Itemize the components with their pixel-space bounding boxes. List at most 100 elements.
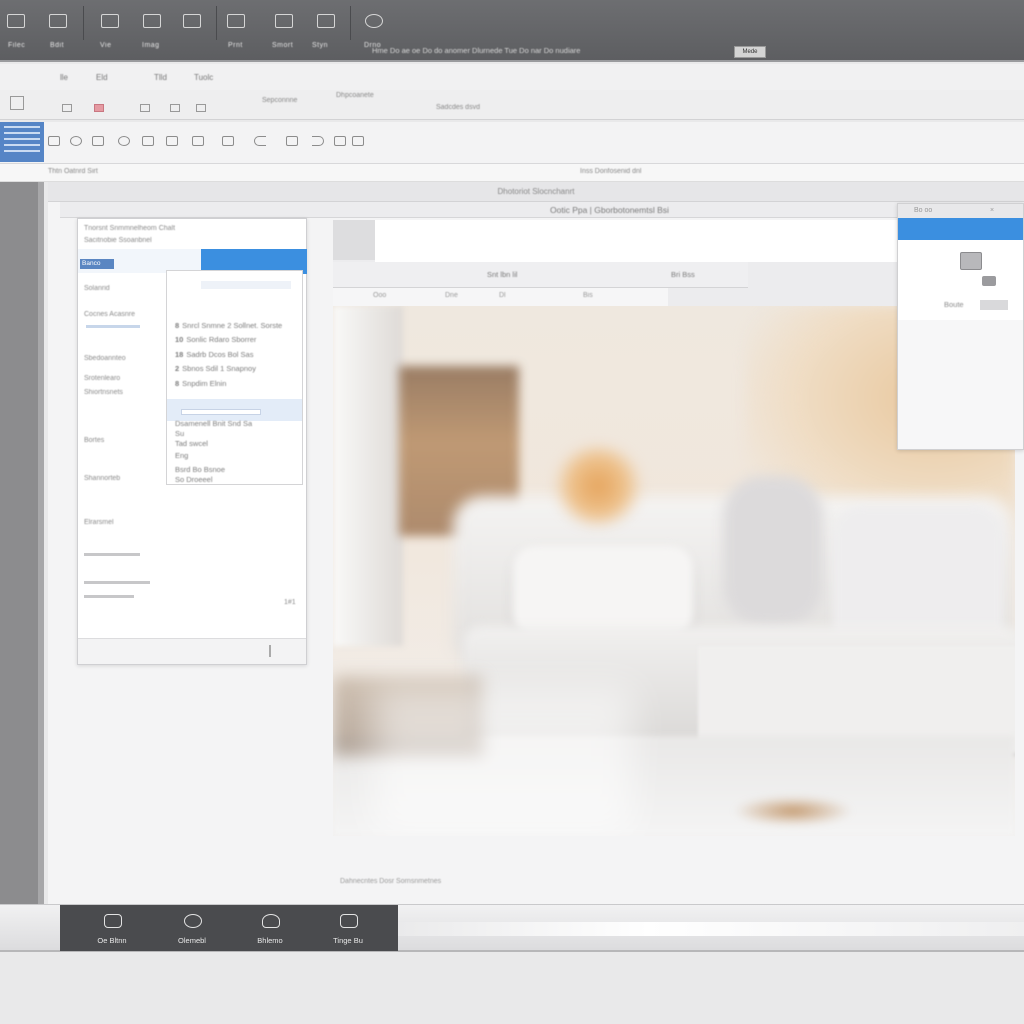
toolbar-button-8[interactable] xyxy=(310,6,342,42)
tab-4[interactable]: Tuolc xyxy=(194,73,213,82)
menu-item[interactable]: So Droeeel xyxy=(175,475,213,484)
more-icon[interactable] xyxy=(352,136,364,146)
film-icon xyxy=(183,14,201,28)
menu-item[interactable]: Bsrd Bo Bsnoe xyxy=(175,465,225,474)
dialog-subheader: Sacitnobie Ssoanbnel xyxy=(84,237,152,244)
toolbar-label: Vie xyxy=(100,42,112,49)
app-icon[interactable] xyxy=(10,96,24,110)
list-item[interactable]: Solanrid xyxy=(84,285,110,292)
path-text[interactable]: Thtn Oatnrd Sirt xyxy=(48,168,98,175)
menu-item[interactable]: 8 Snrcl Snmne 2 Sollnet. Sorste xyxy=(175,321,282,330)
printer-dialog: Bo oo × Boute xyxy=(897,203,1024,450)
menu-item[interactable]: 8 Snpdim Elnin xyxy=(175,379,226,388)
list-item[interactable]: Shannorteb xyxy=(84,475,120,482)
monitor-icon xyxy=(104,914,122,928)
list-item[interactable]: Elrarsmel xyxy=(84,519,114,526)
dock-item[interactable]: Bhlemo xyxy=(228,905,312,951)
menu-item[interactable]: Tad swcel xyxy=(175,439,208,448)
dock-item[interactable]: Oe Bltnn xyxy=(70,905,154,951)
submenu-header xyxy=(201,281,291,289)
toolbar-separator xyxy=(83,6,84,40)
shape-icon[interactable] xyxy=(286,136,298,146)
tab-3[interactable]: Tlld xyxy=(154,73,167,82)
menu-item[interactable]: Su xyxy=(175,429,184,438)
color-icon[interactable] xyxy=(94,104,104,112)
command-icon[interactable] xyxy=(140,104,150,112)
toolbar-button-6[interactable] xyxy=(220,6,252,42)
tab-1[interactable]: lle xyxy=(60,73,68,82)
toolbar-button-2[interactable] xyxy=(42,6,74,42)
ribbon-item[interactable]: Sadcdes dsvd xyxy=(436,104,480,111)
dock-item[interactable]: Olemebl xyxy=(150,905,234,951)
printer-icon[interactable] xyxy=(960,252,982,270)
globe-icon xyxy=(184,914,202,928)
photo-tool[interactable]: Dl xyxy=(499,292,506,299)
photo-tool[interactable]: Bis xyxy=(583,292,593,299)
document-titlebar: Ootic Ppa | Gborbotonemtsl Bsi – □ ▫ × xyxy=(60,202,1024,218)
ribbon-item[interactable]: Sepconnne xyxy=(262,97,297,104)
context-submenu: 8 Snrcl Snmne 2 Sollnet. Sorste 10 Sonlic … xyxy=(166,270,303,485)
grid-icon xyxy=(101,14,119,28)
photo-tool[interactable]: Ooo xyxy=(373,292,386,299)
resize-handle[interactable] xyxy=(269,645,271,657)
toolbar-button-4[interactable] xyxy=(136,6,168,42)
dock-item[interactable]: Tinge Bu xyxy=(306,905,390,951)
close-icon[interactable]: × xyxy=(990,207,994,214)
list-item[interactable]: Srotenlearo xyxy=(84,375,120,382)
window-icon xyxy=(275,14,293,28)
toolbar-button-3[interactable] xyxy=(94,6,126,42)
menu-item-highlighted[interactable] xyxy=(167,399,302,421)
tab-2[interactable]: Eld xyxy=(96,73,108,82)
dialog-header: Tnorsnt Snmmnelheom Chalt xyxy=(84,225,176,232)
list-item-bar xyxy=(84,553,140,556)
settings-icon xyxy=(365,14,383,28)
refresh-icon[interactable] xyxy=(118,136,130,146)
list-item-bar xyxy=(86,325,140,328)
menu-item[interactable]: 2 Sbnos Sdil 1 Snapnoy xyxy=(175,364,256,373)
path-text[interactable]: Inss Donfosenid dnl xyxy=(580,168,641,175)
device-name-field[interactable] xyxy=(980,300,1008,310)
menu-item[interactable]: Eng xyxy=(175,451,188,460)
item-count: 1#1 xyxy=(284,599,296,606)
menu-item[interactable]: 18 Sadrb Dcos Bol Sas xyxy=(175,350,253,359)
text-icon[interactable] xyxy=(166,136,178,146)
toolbar-label: Styn xyxy=(312,42,329,49)
photo-pane-header-white xyxy=(375,220,897,262)
dialog-title: Bo oo xyxy=(914,207,933,214)
table-icon[interactable] xyxy=(222,136,234,146)
photo-pane-header xyxy=(333,220,375,260)
list-item[interactable]: Cocnes Acasnre xyxy=(84,311,135,318)
command-icon[interactable] xyxy=(170,104,180,112)
settings-icon[interactable] xyxy=(70,136,82,146)
bracket-left-icon[interactable] xyxy=(254,136,266,146)
dock: Oe Bltnn Olemebl Bhlemo Tinge Bu xyxy=(60,905,398,951)
paragraph-icon[interactable] xyxy=(192,136,204,146)
toolbar-button-9[interactable] xyxy=(358,6,390,42)
search-icon[interactable] xyxy=(92,136,104,146)
ribbon-item[interactable]: Dhpcoanete xyxy=(336,92,374,99)
list-item[interactable]: Bortes xyxy=(84,437,104,444)
link-icon[interactable] xyxy=(142,136,154,146)
dock-label: Olemebl xyxy=(178,936,206,945)
selection-strip[interactable] xyxy=(0,122,44,162)
command-icon[interactable] xyxy=(62,104,72,112)
command-icon[interactable] xyxy=(196,104,206,112)
user-icon[interactable] xyxy=(334,136,346,146)
cut-icon[interactable] xyxy=(48,136,60,146)
mode-button[interactable]: Mede xyxy=(734,46,766,58)
bracket-right-icon[interactable] xyxy=(312,136,324,146)
path-row: Thtn Oatnrd Sirt Inss Donfosenid dnl xyxy=(0,164,1024,182)
selected-label: Banco xyxy=(80,259,114,269)
menu-item[interactable]: Dsamenell Bnit Snd Sa xyxy=(175,419,252,428)
toolbar-label: Bdit xyxy=(50,42,65,49)
dialog-footer xyxy=(78,638,306,664)
toolbar-button-5[interactable] xyxy=(176,6,208,42)
toolbar-label: Filec xyxy=(8,42,26,49)
dock-label: Bhlemo xyxy=(257,936,283,945)
toolbar-button-7[interactable] xyxy=(268,6,300,42)
list-item[interactable]: Shiortnsnets xyxy=(84,389,123,396)
photo-tool[interactable]: Dne xyxy=(445,292,458,299)
toolbar-button-1[interactable] xyxy=(0,6,32,42)
list-item[interactable]: Sbedoannteo xyxy=(84,355,126,362)
menu-item[interactable]: 10 Sonlic Rdaro Sborrer xyxy=(175,335,256,344)
